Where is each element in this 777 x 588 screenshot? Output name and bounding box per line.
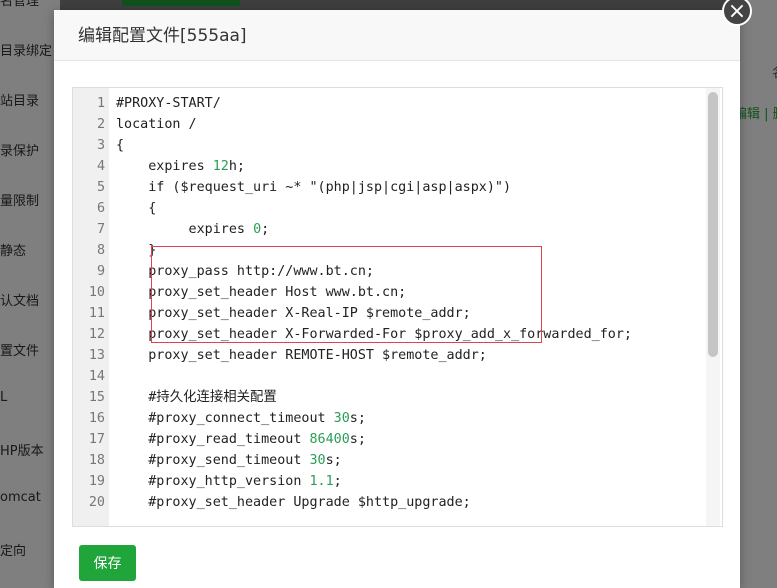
line-number: 12 <box>88 327 105 342</box>
line-number: 4 <box>96 159 105 174</box>
line-number: 5 <box>96 180 105 195</box>
editor-scrollbar[interactable] <box>706 88 720 526</box>
line-code: proxy_set_header REMOTE-HOST $remote_add… <box>116 348 487 363</box>
line-text: expires 12h; <box>116 156 245 177</box>
scrollbar-thumb[interactable] <box>708 92 718 357</box>
line-number: 7 <box>96 222 105 237</box>
line-code-rest: s; <box>349 432 366 447</box>
line-number: 19 <box>88 474 105 489</box>
code-line: 1 #PROXY-START/ <box>73 93 722 114</box>
line-code: location / <box>116 117 197 132</box>
line-code: expires <box>116 159 213 174</box>
line-code: #PROXY-START/ <box>116 96 221 111</box>
line-number-literal: 1.1 <box>309 474 334 489</box>
line-text: { <box>116 198 156 219</box>
line-number: 18 <box>88 453 105 468</box>
line-code-rest: ; <box>261 222 270 237</box>
line-number: 17 <box>88 432 105 447</box>
line-number: 11 <box>88 306 105 321</box>
line-code: #proxy_set_header Upgrade $http_upgrade; <box>116 495 471 510</box>
line-number-literal: 30 <box>309 453 326 468</box>
line-text: expires 0; <box>116 219 270 240</box>
code-line: 6 { <box>73 198 722 219</box>
line-code-rest: ; <box>333 474 342 489</box>
line-code: expires <box>116 222 254 237</box>
line-text: #proxy_read_timeout 86400s; <box>116 429 366 450</box>
code-line: 17 #proxy_read_timeout 86400s; <box>73 429 722 450</box>
line-text: #proxy_set_header Upgrade $http_upgrade; <box>116 492 471 513</box>
code-line: 14 <box>73 366 722 387</box>
line-code: if ($request_uri ~* "(php|jsp|cgi|asp|as… <box>116 180 512 195</box>
line-number: 9 <box>96 264 105 279</box>
code-line: 7 expires 0; <box>73 219 722 240</box>
line-text: #proxy_http_version 1.1; <box>116 471 342 492</box>
code-line: 15 #持久化连接相关配置 <box>73 387 722 408</box>
line-code: #proxy_http_version <box>116 474 310 489</box>
line-number-literal: 86400 <box>309 432 350 447</box>
line-number-literal: 30 <box>333 411 350 426</box>
line-text: #proxy_send_timeout 30s; <box>116 450 342 471</box>
line-number: 16 <box>88 411 105 426</box>
line-number-literal: 0 <box>253 222 262 237</box>
line-text: location / <box>116 114 197 135</box>
save-button[interactable]: 保存 <box>79 545 136 581</box>
line-number: 13 <box>88 348 105 363</box>
code-line: 20 #proxy_set_header Upgrade $http_upgra… <box>73 492 722 513</box>
line-code-rest: h; <box>228 159 245 174</box>
code-line: 18 #proxy_send_timeout 30s; <box>73 450 722 471</box>
line-number: 10 <box>88 285 105 300</box>
line-number: 15 <box>88 390 105 405</box>
line-number: 1 <box>96 96 105 111</box>
highlight-annotation-box <box>151 246 542 343</box>
line-number: 8 <box>96 243 105 258</box>
line-number: 3 <box>96 138 105 153</box>
line-number: 20 <box>88 495 105 510</box>
line-number: 2 <box>96 117 105 132</box>
code-line: 13 proxy_set_header REMOTE-HOST $remote_… <box>73 345 722 366</box>
line-code: #持久化连接相关配置 <box>116 390 277 405</box>
line-text: #proxy_connect_timeout 30s; <box>116 408 366 429</box>
line-code-rest: s; <box>349 411 366 426</box>
code-line: 2 location / <box>73 114 722 135</box>
line-text: #PROXY-START/ <box>116 93 221 114</box>
line-number: 6 <box>96 201 105 216</box>
line-text: if ($request_uri ~* "(php|jsp|cgi|asp|as… <box>116 177 511 198</box>
code-line: 5 if ($request_uri ~* "(php|jsp|cgi|asp|… <box>73 177 722 198</box>
code-editor[interactable]: 1 #PROXY-START/2 location /3{4 expires 12h… <box>72 87 723 527</box>
line-code: #proxy_connect_timeout <box>116 411 334 426</box>
line-code: { <box>116 201 157 216</box>
code-line: 16 #proxy_connect_timeout 30s; <box>73 408 722 429</box>
line-code: #proxy_read_timeout <box>116 432 310 447</box>
code-line: 19 #proxy_http_version 1.1; <box>73 471 722 492</box>
modal-title: 编辑配置文件[555aa] <box>54 10 740 61</box>
line-code-rest: s; <box>325 453 342 468</box>
line-text: #持久化连接相关配置 <box>116 387 277 408</box>
line-code: #proxy_send_timeout <box>116 453 310 468</box>
line-code: { <box>116 138 125 153</box>
edit-config-modal: 编辑配置文件[555aa] 1 #PROXY-START/2 location / 3… <box>54 10 740 588</box>
code-line: 3{ <box>73 135 722 156</box>
code-line: 4 expires 12h; <box>73 156 722 177</box>
line-text: proxy_set_header REMOTE-HOST $remote_add… <box>116 345 487 366</box>
line-text: { <box>116 135 124 156</box>
line-number: 14 <box>88 369 105 384</box>
line-number-literal: 12 <box>212 159 229 174</box>
